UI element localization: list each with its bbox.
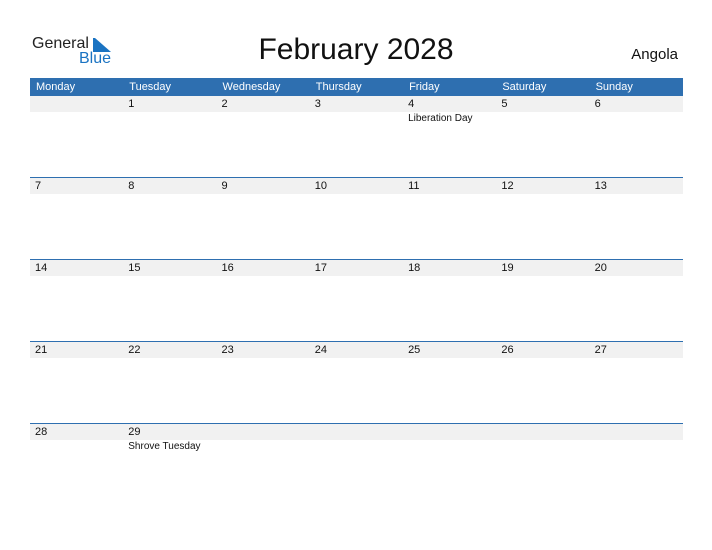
day-cell: 29 Shrove Tuesday bbox=[123, 424, 216, 452]
day-cell bbox=[310, 424, 403, 452]
week-row: 28 29 Shrove Tuesday bbox=[30, 423, 683, 505]
day-cell bbox=[590, 424, 683, 452]
calendar-title: February 2028 bbox=[258, 33, 454, 66]
week-cells: 21 22 23 24 25 26 27 bbox=[30, 342, 683, 358]
day-number: 12 bbox=[501, 180, 514, 192]
week-cells: 28 29 Shrove Tuesday bbox=[30, 424, 683, 452]
day-cell: 24 bbox=[310, 342, 403, 358]
day-number: 16 bbox=[221, 262, 234, 274]
day-number: 22 bbox=[128, 344, 141, 356]
day-cell bbox=[30, 96, 123, 124]
country-label: Angola bbox=[631, 46, 678, 63]
day-number bbox=[501, 424, 589, 440]
weekday-thursday: Thursday bbox=[315, 81, 362, 93]
day-number: 19 bbox=[501, 262, 514, 274]
day-cell: 4 Liberation Day bbox=[403, 96, 496, 124]
day-number bbox=[315, 424, 403, 440]
day-cell: 27 bbox=[590, 342, 683, 358]
day-cell: 26 bbox=[496, 342, 589, 358]
day-cell: 2 bbox=[217, 96, 310, 124]
day-cell: 22 bbox=[123, 342, 216, 358]
day-number bbox=[595, 424, 683, 440]
day-cell: 25 bbox=[403, 342, 496, 358]
day-cell bbox=[496, 424, 589, 452]
week-row: 14 15 16 17 18 19 20 bbox=[30, 259, 683, 341]
weekday-saturday: Saturday bbox=[502, 81, 547, 93]
day-number: 18 bbox=[408, 262, 421, 274]
week-cells: 1 2 3 4 Liberation Day 5 6 bbox=[30, 96, 683, 124]
day-cell: 21 bbox=[30, 342, 123, 358]
day-cell: 11 bbox=[403, 178, 496, 194]
weekday-tuesday: Tuesday bbox=[129, 81, 172, 93]
day-number: 13 bbox=[594, 180, 607, 192]
day-cell: 12 bbox=[496, 178, 589, 194]
weekday-sunday: Sunday bbox=[595, 81, 633, 93]
day-cell: 17 bbox=[310, 260, 403, 276]
week-cells: 14 15 16 17 18 19 20 bbox=[30, 260, 683, 276]
day-number: 25 bbox=[408, 344, 421, 356]
weeks: 1 2 3 4 Liberation Day 5 6 7 8 9 10 11 12 13 14 15 16 17 1… bbox=[30, 96, 683, 505]
day-number: 17 bbox=[314, 262, 328, 274]
week-row: 1 2 3 4 Liberation Day 5 6 bbox=[30, 96, 683, 177]
day-cell: 6 bbox=[590, 96, 683, 124]
day-number: 8 bbox=[128, 180, 135, 192]
day-number: 10 bbox=[314, 180, 328, 192]
day-number: 20 bbox=[594, 262, 607, 274]
day-cell: 8 bbox=[123, 178, 216, 194]
holiday-event: Shrove Tuesday bbox=[128, 441, 201, 452]
calendar-grid: Monday Tuesday Wednesday Thursday Friday… bbox=[30, 78, 683, 505]
day-number: 15 bbox=[128, 262, 141, 274]
day-cell: 18 bbox=[403, 260, 496, 276]
day-number bbox=[408, 424, 496, 440]
day-cell bbox=[217, 424, 310, 452]
day-number: 3 bbox=[314, 98, 321, 110]
day-number bbox=[35, 96, 123, 112]
day-cell: 28 bbox=[30, 424, 123, 452]
day-number: 11 bbox=[408, 180, 420, 192]
day-number: 4 bbox=[408, 98, 415, 110]
day-number: 26 bbox=[501, 344, 514, 356]
day-number: 1 bbox=[128, 98, 135, 110]
weekday-header: Monday Tuesday Wednesday Thursday Friday… bbox=[30, 78, 683, 96]
weekday-monday: Monday bbox=[36, 81, 76, 93]
day-cell: 14 bbox=[30, 260, 123, 276]
day-number: 23 bbox=[221, 344, 234, 356]
day-cell: 13 bbox=[590, 178, 683, 194]
day-number: 14 bbox=[35, 262, 48, 274]
week-row: 21 22 23 24 25 26 27 bbox=[30, 341, 683, 423]
day-cell: 1 bbox=[123, 96, 216, 124]
day-number: 7 bbox=[35, 180, 42, 192]
day-cell: 15 bbox=[123, 260, 216, 276]
weekday-wednesday: Wednesday bbox=[222, 81, 281, 93]
day-number: 6 bbox=[594, 98, 601, 110]
day-cell: 23 bbox=[217, 342, 310, 358]
day-cell: 3 bbox=[310, 96, 403, 124]
day-number: 28 bbox=[35, 426, 48, 438]
day-number: 21 bbox=[35, 344, 48, 356]
day-cell: 20 bbox=[590, 260, 683, 276]
day-number: 5 bbox=[501, 98, 508, 110]
day-cell: 19 bbox=[496, 260, 589, 276]
day-cell: 7 bbox=[30, 178, 123, 194]
week-cells: 7 8 9 10 11 12 13 bbox=[30, 178, 683, 194]
day-number: 2 bbox=[221, 98, 228, 110]
day-cell: 5 bbox=[496, 96, 589, 124]
day-number: 29 bbox=[128, 426, 141, 438]
day-cell: 16 bbox=[217, 260, 310, 276]
day-cell bbox=[403, 424, 496, 452]
day-cell: 9 bbox=[217, 178, 310, 194]
day-number: 27 bbox=[594, 344, 607, 356]
weekday-friday: Friday bbox=[409, 81, 440, 93]
day-number: 9 bbox=[221, 180, 228, 192]
day-number bbox=[222, 424, 310, 440]
holiday-event: Liberation Day bbox=[408, 113, 473, 124]
day-cell: 10 bbox=[310, 178, 403, 194]
week-row: 7 8 9 10 11 12 13 bbox=[30, 177, 683, 259]
day-number: 24 bbox=[314, 344, 328, 356]
